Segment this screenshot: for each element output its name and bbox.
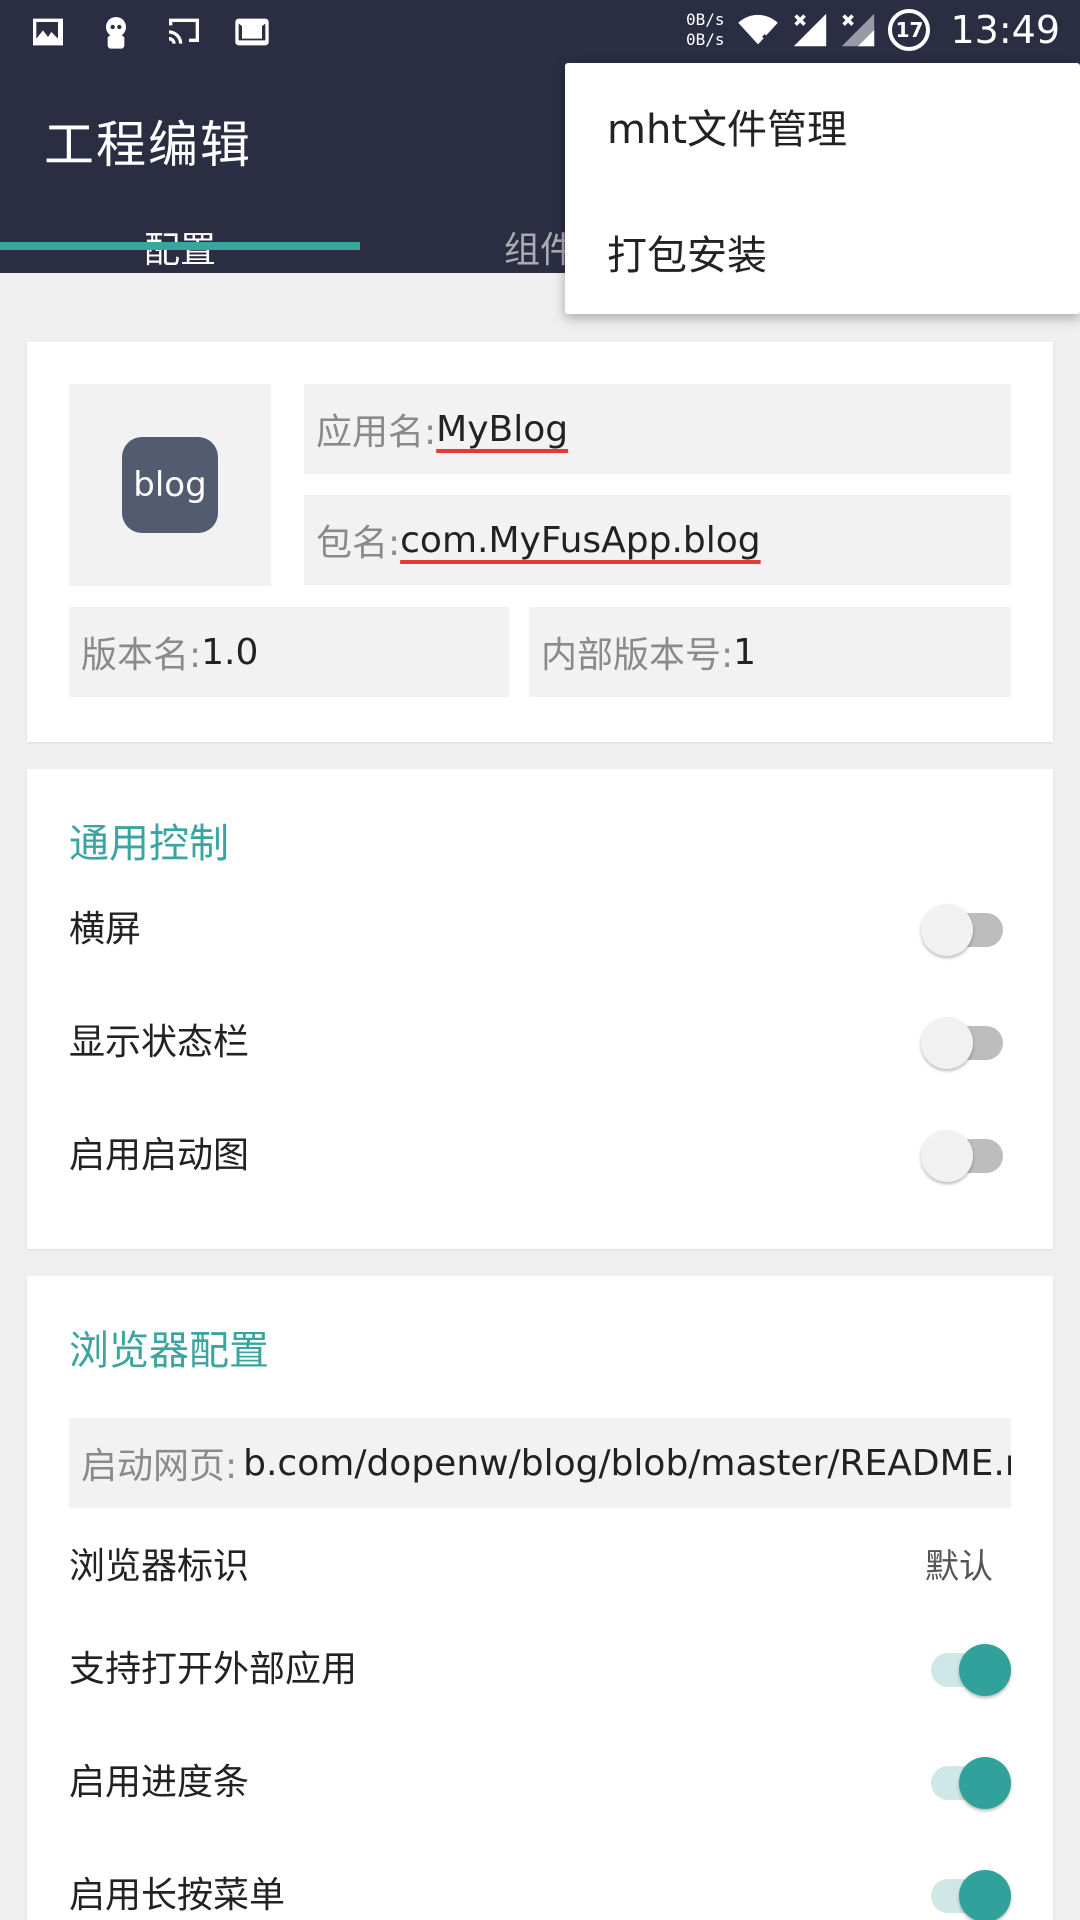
progress-bar-switch[interactable] bbox=[921, 1749, 1011, 1809]
long-press-menu-switch[interactable] bbox=[921, 1862, 1011, 1920]
statusbar-switch[interactable] bbox=[921, 1009, 1011, 1069]
app-icon-picker[interactable]: blog bbox=[69, 384, 271, 586]
app-icon: blog bbox=[122, 437, 218, 533]
version-code-value: 1 bbox=[733, 631, 757, 673]
app-name-field[interactable]: 应用名: MyBlog bbox=[304, 384, 1011, 474]
splash-switch[interactable] bbox=[921, 1122, 1011, 1182]
setting-row-user-agent[interactable]: 浏览器标识 默认 bbox=[69, 1523, 1011, 1603]
landscape-switch[interactable] bbox=[921, 896, 1011, 956]
section-title-browser: 浏览器配置 bbox=[69, 1328, 269, 1374]
package-name-value: com.MyFusApp.blog bbox=[400, 519, 761, 561]
setting-row-progress[interactable]: 启用进度条 bbox=[69, 1739, 1011, 1819]
start-page-value: b.com/dopenw/blog/blob/master/README.md bbox=[243, 1442, 1011, 1484]
setting-row-external-apps[interactable]: 支持打开外部应用 bbox=[69, 1626, 1011, 1706]
cast-icon bbox=[169, 18, 199, 44]
version-name-field[interactable]: 版本名: 1.0 bbox=[69, 607, 509, 697]
section-title-general: 通用控制 bbox=[69, 821, 229, 867]
signal-icon bbox=[794, 13, 827, 47]
battery-icon: 17 bbox=[888, 9, 931, 51]
network-speed: 0B/s 0B/s bbox=[685, 10, 725, 49]
setting-row-splash[interactable]: 启用启动图 bbox=[69, 1112, 1011, 1192]
version-code-field[interactable]: 内部版本号: 1 bbox=[529, 607, 1011, 697]
package-name-field[interactable]: 包名: com.MyFusApp.blog bbox=[304, 495, 1011, 585]
clock: 13:49 bbox=[950, 8, 1060, 52]
overflow-menu: mht文件管理 打包安装 bbox=[565, 63, 1080, 314]
version-name-value: 1.0 bbox=[201, 631, 259, 673]
user-agent-value: 默认 bbox=[925, 1546, 993, 1587]
general-control-card: 通用控制 横屏 显示状态栏 启用启动图 bbox=[27, 769, 1053, 1249]
app-name-value: MyBlog bbox=[436, 408, 569, 450]
setting-row-statusbar[interactable]: 显示状态栏 bbox=[69, 999, 1011, 1079]
wifi-icon bbox=[738, 14, 779, 45]
page-title: 工程编辑 bbox=[44, 116, 252, 174]
setting-row-long-press[interactable]: 启用长按菜单 bbox=[69, 1852, 1011, 1920]
external-apps-switch[interactable] bbox=[921, 1636, 1011, 1696]
status-bar: 0B/s 0B/s 17 13:49 bbox=[0, 0, 1080, 63]
browser-config-card: 浏览器配置 启动网页: b.com/dopenw/blog/blob/maste… bbox=[27, 1276, 1053, 1920]
signal-2-icon bbox=[842, 13, 875, 47]
bot-icon bbox=[106, 17, 126, 49]
setting-row-landscape[interactable]: 横屏 bbox=[69, 886, 1011, 966]
menu-item-build-install[interactable]: 打包安装 bbox=[565, 189, 1080, 314]
menu-item-mht-manager[interactable]: mht文件管理 bbox=[565, 63, 1080, 188]
start-page-field[interactable]: 启动网页: b.com/dopenw/blog/blob/master/READ… bbox=[69, 1418, 1011, 1508]
image-icon bbox=[33, 18, 63, 46]
gmail-icon bbox=[235, 18, 269, 46]
app-info-card: blog 应用名: MyBlog 包名: com.MyFusApp.blog 版… bbox=[27, 342, 1053, 742]
tab-indicator bbox=[0, 242, 360, 250]
